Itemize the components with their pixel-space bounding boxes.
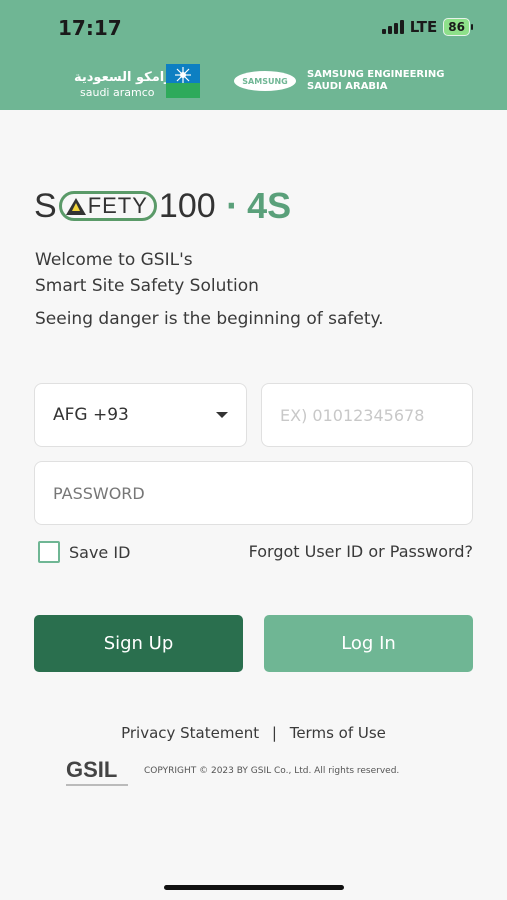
- gsil-logo: GSIL: [66, 757, 128, 787]
- welcome-line-2: Smart Site Safety Solution: [35, 276, 259, 296]
- privacy-statement-link[interactable]: Privacy Statement: [121, 724, 259, 742]
- sign-up-button[interactable]: Sign Up: [34, 615, 243, 672]
- aramco-logo: أرامكو السعودية saudi aramco: [74, 62, 200, 100]
- forgot-credentials-link[interactable]: Forgot User ID or Password?: [249, 542, 473, 561]
- log-in-button[interactable]: Log In: [264, 615, 473, 672]
- gsil-logo-underline: [66, 784, 128, 786]
- status-indicators: LTE 86: [381, 18, 473, 36]
- password-field[interactable]: [34, 461, 473, 525]
- samsung-engineering-name: SAMSUNG ENGINEERING SAUDI ARABIA: [307, 69, 444, 93]
- welcome-text: Welcome to GSIL's Smart Site Safety Solu…: [35, 247, 259, 299]
- signal-icon: [381, 20, 404, 34]
- logo-safety-pill: FETY: [58, 191, 157, 221]
- gsil-logo-text: GSIL: [66, 757, 118, 782]
- save-id-checkbox[interactable]: [38, 541, 60, 563]
- logo-word: FETY: [87, 193, 148, 218]
- battery-level: 86: [443, 18, 470, 36]
- aramco-english-name: saudi aramco: [80, 86, 155, 99]
- copyright-text: COPYRIGHT © 2023 BY GSIL Co., Ltd. All r…: [144, 766, 400, 776]
- samsung-line-1: SAMSUNG ENGINEERING: [307, 69, 445, 80]
- battery-icon: 86: [443, 18, 473, 36]
- safety100-logo: S FETY 100 · 4S: [34, 184, 291, 228]
- network-label: LTE: [409, 18, 438, 36]
- warning-icon: [65, 197, 86, 215]
- status-time: 17:17: [58, 16, 122, 40]
- footer-links: Privacy Statement | Terms of Use: [0, 724, 507, 742]
- aramco-arabic-name: أرامكو السعودية: [74, 70, 177, 85]
- samsung-logo: SAMSUNG: [234, 71, 296, 91]
- chevron-down-icon: [216, 412, 228, 418]
- samsung-line-2: SAUDI ARABIA: [307, 81, 388, 92]
- samsung-logo-text: SAMSUNG: [242, 76, 288, 86]
- save-id-option[interactable]: Save ID: [38, 541, 130, 563]
- phone-field[interactable]: [261, 383, 473, 447]
- phone-input[interactable]: [280, 405, 454, 425]
- aramco-star-icon: [166, 64, 200, 98]
- country-code-select[interactable]: AFG +93: [34, 383, 247, 447]
- logo-letter-s: S: [34, 186, 57, 225]
- home-indicator[interactable]: [164, 885, 344, 890]
- terms-of-use-link[interactable]: Terms of Use: [290, 724, 386, 742]
- footer-separator: |: [271, 724, 277, 742]
- password-input[interactable]: [53, 483, 454, 503]
- logo-number: 100: [158, 186, 216, 225]
- logo-dot: ·: [225, 188, 238, 224]
- partner-header: 17:17 LTE 86 أرامكو السعودية saudi aramc…: [0, 0, 507, 110]
- tagline: Seeing danger is the beginning of safety…: [35, 309, 384, 329]
- country-code-value: AFG +93: [53, 405, 129, 425]
- logo-suffix: 4S: [247, 185, 292, 226]
- welcome-line-1: Welcome to GSIL's: [35, 250, 193, 270]
- save-id-label: Save ID: [69, 542, 131, 562]
